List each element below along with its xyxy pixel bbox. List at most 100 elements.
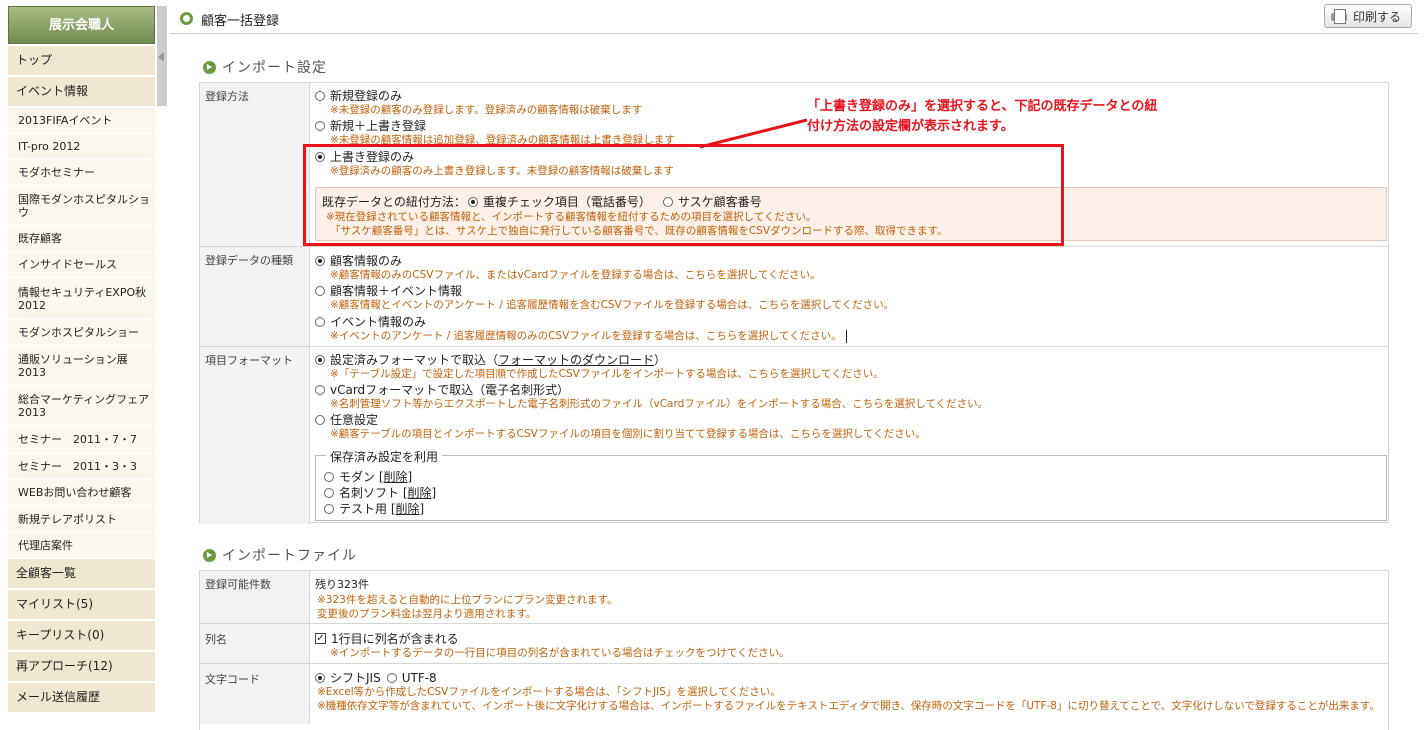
sidebar-item-event[interactable]: IT-pro 2012 xyxy=(8,134,155,160)
callout-text: 「上書き登録のみ」を選択すると、下記の既存データとの紐 付け方法の設定欄が表示さ… xyxy=(807,97,1157,137)
sidebar-item-events[interactable]: イベント情報 xyxy=(8,77,155,107)
delete-link[interactable]: 削除 xyxy=(384,468,408,485)
sidebar-item-event[interactable]: 2013FIFAイベント xyxy=(8,108,155,134)
sidebar-item-all-customers[interactable]: 全顧客一覧 xyxy=(8,559,155,589)
radio-icon[interactable] xyxy=(315,120,325,131)
radio-selected-icon[interactable] xyxy=(315,255,325,266)
sidebar-item-label: IT-pro 2012 xyxy=(18,140,81,153)
collapse-arrow-icon[interactable] xyxy=(158,52,164,62)
sidebar-item-keeplist[interactable]: キープリスト(0) xyxy=(8,621,155,651)
sidebar-item-event[interactable]: 通販ソリューション展2013 xyxy=(8,346,155,386)
option-note: ※顧客情報のみのCSVファイル、またはvCardファイルを登録する場合は、こちら… xyxy=(330,269,821,281)
saved-setting-item[interactable]: 名刺ソフト [削除] xyxy=(324,484,436,501)
data-type-options: 顧客情報のみ ※顧客情報のみのCSVファイル、またはvCardファイルを登録する… xyxy=(311,247,1388,346)
header-row-note: ※インポートするデータの一行目に項目の列名が含まれている場合はチェックをつけてく… xyxy=(330,647,790,659)
callout-line-2: 付け方法の設定欄が表示されます。 xyxy=(807,119,1014,134)
sidebar-item-event[interactable]: 総合マーケティングフェア2013 xyxy=(8,386,155,426)
saved-setting-item[interactable]: テスト用 [削除] xyxy=(324,500,424,517)
charset-row: 文字コード シフトJIS UTF-8 ※Excel等から作成したCSVファイルをイ… xyxy=(200,664,1388,724)
option-note-text: ※イベントのアンケート / 追客履歴情報のみのCSVファイルを登録する場合は、こ… xyxy=(330,330,842,342)
sidebar-item-label: 新規テレアポリスト xyxy=(18,512,117,526)
radio-icon[interactable] xyxy=(324,471,334,482)
title-bullet-icon xyxy=(180,12,193,25)
option-note: ※イベントのアンケート / 追客履歴情報のみのCSVファイルを登録する場合は、こ… xyxy=(330,328,847,343)
sidebar-item-event[interactable]: WEBお問い合わせ顧客 xyxy=(8,480,155,506)
sidebar-item-mylist[interactable]: マイリスト(5) xyxy=(8,590,155,620)
saved-settings-fieldset: 保存済み設定を利用 モダン [削除] 名刺ソフト [削除] テスト用 [削除] xyxy=(315,448,1387,521)
sidebar-item-label: 再アプローチ(12) xyxy=(16,659,113,673)
row-label: 文字コード xyxy=(200,664,310,724)
section-heading-text: インポート設定 xyxy=(222,60,327,76)
section-heading-import-settings: インポート設定 xyxy=(203,57,327,77)
sidebar-item-mail-history[interactable]: メール送信履歴 xyxy=(8,683,155,713)
sidebar-item-label: モダンホスピタルショー xyxy=(18,326,139,339)
sidebar-item-event[interactable]: 代理店案件 xyxy=(8,533,155,559)
sidebar-item-event[interactable]: 既存顧客 xyxy=(8,226,155,252)
saved-setting-item[interactable]: モダン [削除] xyxy=(324,468,412,485)
callout-line-1: 「上書き登録のみ」を選択すると、下記の既存データとの紐 xyxy=(807,99,1158,114)
option-note: ※名刺管理ソフト等からエクスポートした電子名刺形式のファイル（vCardファイル… xyxy=(330,398,989,410)
sidebar-item-event[interactable]: 情報セキュリティEXPO秋2012 xyxy=(8,278,155,320)
sidebar-item-label: セミナー 2011・7・7 xyxy=(18,433,137,446)
radio-icon[interactable] xyxy=(315,316,325,327)
print-label: 印刷する xyxy=(1353,9,1402,24)
sidebar-item-event[interactable]: インサイドセールス xyxy=(8,252,155,278)
saved-setting-name: モダン xyxy=(339,470,376,484)
sidebar-item-event[interactable]: セミナー 2011・7・7 xyxy=(8,426,155,454)
radio-icon[interactable] xyxy=(315,384,325,395)
charset-note: ※Excel等から作成したCSVファイルをインポートする場合は、「シフトJIS」… xyxy=(317,686,781,698)
count-note: ※323件を超えると自動的に上位プランにプラン変更されます。 xyxy=(317,594,618,606)
radio-icon[interactable] xyxy=(386,672,397,683)
checkbox-checked-icon[interactable]: ✓ xyxy=(315,633,326,644)
radio-icon[interactable] xyxy=(324,487,334,498)
row-label: 登録可能件数 xyxy=(200,571,310,623)
delete-link[interactable]: 削除 xyxy=(396,500,420,517)
sidebar-item-reapproach[interactable]: 再アプローチ(12) xyxy=(8,652,155,682)
count-row: 登録可能件数 残り323件 ※323件を超えると自動的に上位プランにプラン変更さ… xyxy=(200,571,1388,624)
page-header: 顧客一括登録 印刷する xyxy=(170,4,1418,34)
radio-icon[interactable] xyxy=(324,503,334,514)
row-label: 登録データの種類 xyxy=(200,247,310,346)
option-note: ※「テーブル設定」で設定した項目順で作成したCSVファイルをインポートする場合は… xyxy=(330,368,884,380)
row-label: 列名 xyxy=(200,624,310,663)
sidebar-item-event[interactable]: 新規テレアポリスト xyxy=(8,506,155,533)
section-heading-text: インポートファイル xyxy=(222,548,357,564)
row-label: 項目フォーマット xyxy=(200,347,310,524)
print-button[interactable]: 印刷する xyxy=(1324,4,1412,28)
sidebar-item-label: 2013FIFAイベント xyxy=(18,114,113,127)
sidebar-item-event[interactable]: 国際モダンホスピタルショウ xyxy=(8,186,155,226)
text-caret xyxy=(845,329,847,343)
highlight-box xyxy=(303,144,1064,246)
sidebar-item-event[interactable]: モダンホスピタルショー xyxy=(8,320,155,346)
section-heading-import-file: インポートファイル xyxy=(203,545,357,565)
arrow-circle-icon xyxy=(203,548,216,562)
radio-icon[interactable] xyxy=(315,414,325,425)
sidebar-item-event[interactable]: セミナー 2011・3・3 xyxy=(8,454,155,480)
sidebar: 展示会職人 トップ イベント情報 2013FIFAイベント IT-pro 201… xyxy=(0,0,168,719)
remaining-count: 残り323件 xyxy=(315,578,369,591)
saved-setting-name: 名刺ソフト xyxy=(339,486,400,500)
radio-icon[interactable] xyxy=(315,285,325,296)
printer-icon xyxy=(1329,8,1349,24)
sidebar-item-label: イベント情報 xyxy=(16,84,89,98)
sidebar-item-label: 国際モダンホスピタルショウ xyxy=(18,192,150,219)
delete-link[interactable]: 削除 xyxy=(408,484,432,501)
sidebar-item-label: WEBお問い合わせ顧客 xyxy=(18,486,132,499)
radio-selected-icon[interactable] xyxy=(315,672,325,683)
page-title: 顧客一括登録 xyxy=(201,14,280,29)
sidebar-item-event[interactable]: モダホセミナー xyxy=(8,160,155,186)
format-row: 項目フォーマット 設定済みフォーマットで取込（ フォーマットのダウンロード） ※「… xyxy=(200,347,1388,524)
radio-selected-icon[interactable] xyxy=(315,354,325,365)
header-row-setting: 列名 ✓ 1行目に列名が含まれる ※インポートするデータの一行目に項目の列名が含ま… xyxy=(200,624,1388,664)
arrow-circle-icon xyxy=(203,60,216,74)
charset-utf8[interactable]: UTF-8 xyxy=(402,671,437,685)
charset-note: ※機種依存文字等が含まれていて、インポート後に文字化けする場合は、インポートする… xyxy=(317,700,1380,712)
main-content: 顧客一括登録 印刷する インポート設定 登録方法 新規登録のみ ※未登録の顧客の… xyxy=(170,0,1425,730)
sidebar-item-top[interactable]: トップ xyxy=(8,46,155,76)
sidebar-title: 展示会職人 xyxy=(8,6,155,44)
option-note: ※未登録の顧客のみ登録します。登録済みの顧客情報は破棄します xyxy=(330,104,643,116)
sidebar-item-label: メール送信履歴 xyxy=(16,690,101,704)
sidebar-item-label: キープリスト(0) xyxy=(16,628,105,642)
radio-icon[interactable] xyxy=(315,90,325,101)
import-file-table: 登録可能件数 残り323件 ※323件を超えると自動的に上位プランにプラン変更さ… xyxy=(199,570,1389,730)
